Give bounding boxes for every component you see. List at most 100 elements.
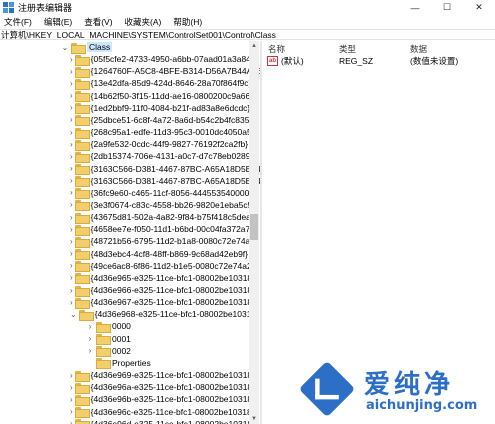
- tree-node[interactable]: › {4d36e96d-e325-11ce-bfc1-08002be10318}: [0, 418, 255, 424]
- menu-edit[interactable]: 编辑(E): [40, 16, 76, 28]
- tree-node-label: {13e42dfa-85d9-424d-8646-28a70f864f9c}: [90, 78, 252, 89]
- tree-node-label: {4d36e965-e325-11ce-bfc1-08002be10318}: [90, 272, 255, 283]
- tree-node[interactable]: › {49ce6ac8-6f86-11d2-b1e5-0080c72e74a2}: [0, 260, 255, 273]
- tree-node[interactable]: › {14b62f50-3f15-11dd-ae16-0800200c9a66}: [0, 90, 253, 103]
- tree-node-label: {1ed2bbf9-11f0-4084-b21f-ad83a8e6dcdc}: [90, 102, 251, 113]
- expand-chevron-icon[interactable]: ›: [70, 260, 73, 272]
- tree-node[interactable]: › {05f5cfe2-4733-4950-a6bb-07aad01a3a84}: [0, 53, 254, 66]
- tree-node[interactable]: › 0001: [0, 333, 248, 346]
- expand-chevron-icon[interactable]: ›: [86, 333, 94, 345]
- tree-node[interactable]: › {2db15374-706e-4131-a0c7-d7c78eb0289a}: [0, 150, 258, 163]
- expand-chevron-icon[interactable]: ›: [70, 126, 73, 138]
- tree-node-label: {4d36e96b-e325-11ce-bfc1-08002be10318}: [90, 394, 255, 405]
- tree-node[interactable]: › {268c95a1-edfe-11d3-95c3-0010dc4050a5}: [0, 126, 255, 139]
- expand-chevron-icon[interactable]: ›: [70, 406, 73, 418]
- tree-node[interactable]: › {4d36e96c-e325-11ce-bfc1-08002be10318}: [0, 406, 255, 418]
- tree-node-label: 0001: [112, 333, 131, 344]
- expand-chevron-icon[interactable]: ›: [70, 211, 73, 223]
- tree-node[interactable]: › {4658ee7e-f050-11d1-b6bd-00c04fa372a7}: [0, 223, 253, 236]
- folder-icon: [74, 127, 90, 139]
- tree-node[interactable]: › {1ed2bbf9-11f0-4084-b21f-ad83a8e6dcdc}: [0, 102, 251, 115]
- tree-node[interactable]: › {4d36e966-e325-11ce-bfc1-08002be10318}: [0, 284, 255, 297]
- expand-chevron-icon[interactable]: ›: [70, 114, 73, 126]
- expand-chevron-icon[interactable]: ›: [70, 163, 73, 175]
- tree-node[interactable]: › {1264760F-A5C8-4BFE-B314-D56A7B44A362}: [0, 65, 260, 78]
- tree-node-label: {4d36e969-e325-11ce-bfc1-08002be10318}: [90, 370, 255, 381]
- expand-chevron-icon[interactable]: ›: [70, 65, 73, 77]
- menu-help[interactable]: 帮助(H): [169, 16, 206, 28]
- menu-file[interactable]: 文件(F): [0, 16, 36, 28]
- expand-chevron-icon[interactable]: ›: [70, 284, 73, 296]
- tree-node[interactable]: › {36fc9e60-c465-11cf-8056-444553540000}: [0, 187, 252, 200]
- value-data: (数值未设置): [410, 56, 459, 66]
- tree-scrollbar[interactable]: ▲ ▼: [249, 41, 259, 424]
- address-bar[interactable]: 计算机\HKEY_LOCAL_MACHINE\SYSTEM\ControlSet…: [0, 29, 495, 40]
- expand-chevron-icon[interactable]: ›: [70, 418, 73, 424]
- scrollbar-thumb[interactable]: [250, 214, 258, 240]
- expand-chevron-icon[interactable]: ›: [70, 235, 73, 247]
- scroll-down-arrow-icon[interactable]: ▼: [249, 414, 259, 424]
- folder-icon: [96, 334, 111, 346]
- folder-icon: [74, 91, 90, 103]
- expand-chevron-icon[interactable]: ›: [70, 393, 73, 405]
- column-header-name[interactable]: 名称: [268, 43, 285, 55]
- tree-node[interactable]: › {4d36e96b-e325-11ce-bfc1-08002be10318}: [0, 393, 255, 406]
- tree-node-label: {2a9fe532-0cdc-44f9-9827-76192f2ca2fb}: [90, 139, 249, 150]
- tree-node-label: {268c95a1-edfe-11d3-95c3-0010dc4050a5}: [90, 127, 255, 138]
- tree-node[interactable]: Properties: [0, 357, 248, 370]
- tree-node[interactable]: › {43675d81-502a-4a82-9f84-b75f418c5dea}: [0, 211, 254, 224]
- tree-node[interactable]: › 0002: [0, 345, 248, 358]
- expand-chevron-icon[interactable]: ›: [70, 90, 73, 102]
- tree-node[interactable]: › {13e42dfa-85d9-424d-8646-28a70f864f9c}: [0, 77, 251, 90]
- tree-node[interactable]: › {4d36e969-e325-11ce-bfc1-08002be10318}: [0, 369, 255, 382]
- expand-chevron-icon[interactable]: ›: [70, 199, 73, 211]
- expand-chevron-icon[interactable]: ›: [86, 345, 94, 357]
- expand-chevron-icon[interactable]: ›: [86, 320, 94, 332]
- folder-icon: [74, 103, 90, 115]
- expand-chevron-icon[interactable]: ›: [70, 150, 73, 162]
- menu-view[interactable]: 查看(V): [80, 16, 116, 28]
- expand-chevron-icon[interactable]: ›: [70, 77, 73, 89]
- tree-node[interactable]: ⌄ Class: [0, 41, 248, 54]
- expand-chevron-icon[interactable]: ›: [70, 175, 73, 187]
- close-button[interactable]: ✕: [463, 0, 495, 15]
- folder-icon: [74, 419, 90, 424]
- tree-node[interactable]: › {3163C566-D381-4467-87BC-A65A18D5B648}: [0, 163, 260, 175]
- expand-chevron-icon[interactable]: ›: [70, 138, 73, 150]
- expand-chevron-icon[interactable]: ›: [70, 187, 73, 199]
- tree-node[interactable]: › {4d36e967-e325-11ce-bfc1-08002be10318}: [0, 296, 255, 309]
- value-row[interactable]: ab (默认) REG_SZ (数值未设置): [262, 55, 495, 67]
- tree-node[interactable]: › {25dbce51-6c8f-4a72-8a6d-b54c2b4fc835}: [0, 114, 252, 127]
- tree-node[interactable]: › {4d36e96a-e325-11ce-bfc1-08002be10318}: [0, 381, 255, 394]
- watermark-logo-icon: [298, 360, 356, 418]
- collapse-chevron-icon[interactable]: ⌄: [70, 308, 77, 320]
- tree-node[interactable]: › {3163C566-D381-4467-87BC-A65A18D5B649}: [0, 175, 260, 188]
- tree-node-label: {3163C566-D381-4467-87BC-A65A18D5B649}: [90, 175, 260, 186]
- tree-node-label: {4d36e96d-e325-11ce-bfc1-08002be10318}: [90, 418, 255, 424]
- folder-icon: [74, 188, 90, 200]
- expand-chevron-icon[interactable]: ›: [70, 369, 73, 381]
- tree-node[interactable]: › {2a9fe532-0cdc-44f9-9827-76192f2ca2fb}: [0, 138, 249, 151]
- tree-node[interactable]: › {3e3f0674-c83c-4558-bb26-9820e1eba5c5}: [0, 199, 255, 212]
- minimize-button[interactable]: —: [399, 0, 431, 15]
- tree-node[interactable]: ⌄ {4d36e968-e325-11ce-bfc1-08002be10318}: [0, 308, 259, 321]
- tree-node[interactable]: › 0000: [0, 320, 248, 333]
- expand-chevron-icon[interactable]: ›: [70, 248, 73, 260]
- tree-node-label: {3163C566-D381-4467-87BC-A65A18D5B648}: [90, 163, 260, 174]
- expand-chevron-icon[interactable]: ›: [70, 223, 73, 235]
- tree-node[interactable]: › {48d3ebc4-4cf8-48ff-b869-9c68ad42eb9f}: [0, 248, 248, 261]
- expand-chevron-icon[interactable]: ›: [70, 53, 73, 65]
- tree-node[interactable]: › {4d36e965-e325-11ce-bfc1-08002be10318}: [0, 272, 255, 285]
- column-header-type[interactable]: 类型: [339, 43, 356, 55]
- scroll-up-arrow-icon[interactable]: ▲: [249, 41, 259, 51]
- maximize-button[interactable]: ☐: [431, 0, 463, 15]
- tree-node[interactable]: › {48721b56-6795-11d2-b1a8-0080c72e74a2}: [0, 235, 258, 248]
- expand-chevron-icon[interactable]: ›: [70, 102, 73, 114]
- expand-chevron-icon[interactable]: ›: [70, 272, 73, 284]
- menu-favorites[interactable]: 收藏夹(A): [121, 16, 166, 28]
- folder-icon: [74, 176, 90, 188]
- expand-chevron-icon[interactable]: ›: [70, 381, 73, 393]
- collapse-chevron-icon[interactable]: ⌄: [61, 41, 69, 53]
- column-header-data[interactable]: 数据: [410, 43, 427, 55]
- expand-chevron-icon[interactable]: ›: [70, 296, 73, 308]
